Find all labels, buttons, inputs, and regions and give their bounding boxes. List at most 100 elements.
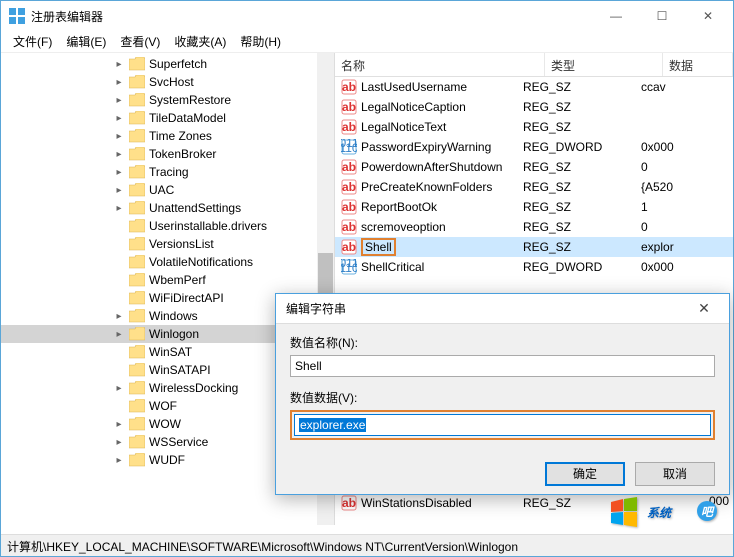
list-row[interactable]: abscremoveoptionREG_SZ0	[335, 217, 733, 237]
expand-icon[interactable]	[113, 256, 125, 268]
tree-label: UAC	[149, 183, 174, 197]
expand-icon[interactable]	[113, 400, 125, 412]
value-data-cell: explor	[639, 240, 733, 254]
tree-item[interactable]: TokenBroker	[1, 145, 334, 163]
tree-item[interactable]: UnattendSettings	[1, 199, 334, 217]
value-data-input[interactable]: explorer.exe	[294, 414, 711, 436]
list-row[interactable]: abPreCreateKnownFoldersREG_SZ{A520	[335, 177, 733, 197]
list-row[interactable]: abShellREG_SZexplor	[335, 237, 733, 257]
value-type-cell: REG_SZ	[521, 120, 639, 134]
expand-icon[interactable]	[113, 94, 125, 106]
list-row[interactable]: abLegalNoticeCaptionREG_SZ	[335, 97, 733, 117]
menu-favorites[interactable]: 收藏夹(A)	[168, 31, 232, 52]
tree-label: Time Zones	[149, 129, 212, 143]
expand-icon[interactable]	[113, 220, 125, 232]
value-name-cell: abscremoveoption	[335, 219, 521, 235]
expand-icon[interactable]	[113, 436, 125, 448]
value-type-cell: REG_SZ	[521, 80, 639, 94]
value-type-cell: REG_SZ	[521, 496, 639, 510]
menu-help[interactable]: 帮助(H)	[234, 31, 287, 52]
maximize-button[interactable]: ☐	[639, 1, 685, 31]
dialog-close-button[interactable]: ✕	[689, 300, 719, 317]
expand-icon[interactable]	[113, 364, 125, 376]
tree-label: VolatileNotifications	[149, 255, 253, 269]
list-row[interactable]: abLegalNoticeTextREG_SZ	[335, 117, 733, 137]
svg-text:110: 110	[341, 141, 357, 155]
col-data[interactable]: 数据	[663, 53, 733, 76]
list-row[interactable]: abLastUsedUsernameREG_SZccav	[335, 77, 733, 97]
value-name-cell: abShell	[335, 238, 521, 256]
tree-item[interactable]: VersionsList	[1, 235, 334, 253]
list-row[interactable]: abReportBootOkREG_SZ1	[335, 197, 733, 217]
value-type-cell: REG_DWORD	[521, 260, 639, 274]
value-data-cell: {A520	[639, 180, 733, 194]
expand-icon[interactable]	[113, 328, 125, 340]
expand-icon[interactable]	[113, 292, 125, 304]
svg-text:ab: ab	[342, 80, 356, 94]
tree-item[interactable]: SvcHost	[1, 73, 334, 91]
titlebar: 注册表编辑器 — ☐ ✕	[1, 1, 733, 31]
value-data-cell: 1	[639, 200, 733, 214]
tree-label: WinSAT	[149, 345, 192, 359]
dialog-title: 编辑字符串	[286, 300, 346, 317]
expand-icon[interactable]	[113, 346, 125, 358]
tree-label: Windows	[149, 309, 198, 323]
value-name-cell: abReportBootOk	[335, 199, 521, 215]
tree-label: WiFiDirectAPI	[149, 291, 224, 305]
col-type[interactable]: 类型	[545, 53, 663, 76]
expand-icon[interactable]	[113, 184, 125, 196]
expand-icon[interactable]	[113, 238, 125, 250]
expand-icon[interactable]	[113, 274, 125, 286]
col-name[interactable]: 名称	[335, 53, 545, 76]
tree-item[interactable]: WbemPerf	[1, 271, 334, 289]
tree-item[interactable]: TileDataModel	[1, 109, 334, 127]
value-data-cell: 0	[639, 160, 733, 174]
expand-icon[interactable]	[113, 130, 125, 142]
expand-icon[interactable]	[113, 418, 125, 430]
list-row[interactable]: 011110ShellCriticalREG_DWORD0x000	[335, 257, 733, 277]
value-name-input[interactable]: Shell	[290, 355, 715, 377]
minimize-button[interactable]: —	[593, 1, 639, 31]
tree-item[interactable]: Tracing	[1, 163, 334, 181]
value-name-cell: 011110PasswordExpiryWarning	[335, 139, 521, 155]
ok-button[interactable]: 确定	[545, 462, 625, 486]
expand-icon[interactable]	[113, 166, 125, 178]
menu-edit[interactable]: 编辑(E)	[60, 31, 112, 52]
list-row[interactable]: 011110PasswordExpiryWarningREG_DWORD0x00…	[335, 137, 733, 157]
tree-item[interactable]: VolatileNotifications	[1, 253, 334, 271]
tree-item[interactable]: Userinstallable.drivers	[1, 217, 334, 235]
expand-icon[interactable]	[113, 310, 125, 322]
expand-icon[interactable]	[113, 202, 125, 214]
tree-label: WOF	[149, 399, 177, 413]
expand-icon[interactable]	[113, 112, 125, 124]
svg-text:ab: ab	[342, 496, 356, 510]
cancel-button[interactable]: 取消	[635, 462, 715, 486]
tree-item[interactable]: Superfetch	[1, 55, 334, 73]
tree-item[interactable]: UAC	[1, 181, 334, 199]
expand-icon[interactable]	[113, 58, 125, 70]
tree-label: Superfetch	[149, 57, 207, 71]
value-type-cell: REG_DWORD	[521, 140, 639, 154]
tree-item[interactable]: SystemRestore	[1, 91, 334, 109]
tree-label: SystemRestore	[149, 93, 231, 107]
expand-icon[interactable]	[113, 76, 125, 88]
value-name-cell: abPreCreateKnownFolders	[335, 179, 521, 195]
svg-text:ab: ab	[342, 100, 356, 114]
list-row[interactable]: abPowerdownAfterShutdownREG_SZ0	[335, 157, 733, 177]
svg-text:ab: ab	[342, 200, 356, 214]
value-data-cell: 0x000	[639, 260, 733, 274]
value-name-label: 数值名称(N):	[290, 334, 715, 351]
tree-label: WirelessDocking	[149, 381, 238, 395]
svg-text:ab: ab	[342, 120, 356, 134]
tree-item[interactable]: Time Zones	[1, 127, 334, 145]
menu-file[interactable]: 文件(F)	[7, 31, 58, 52]
edit-string-dialog: 编辑字符串 ✕ 数值名称(N): Shell 数值数据(V): explorer…	[275, 293, 730, 495]
close-button[interactable]: ✕	[685, 1, 731, 31]
value-type-cell: REG_SZ	[521, 200, 639, 214]
expand-icon[interactable]	[113, 454, 125, 466]
tree-label: WbemPerf	[149, 273, 206, 287]
tree-label: VersionsList	[149, 237, 214, 251]
expand-icon[interactable]	[113, 148, 125, 160]
expand-icon[interactable]	[113, 382, 125, 394]
menu-view[interactable]: 查看(V)	[114, 31, 166, 52]
